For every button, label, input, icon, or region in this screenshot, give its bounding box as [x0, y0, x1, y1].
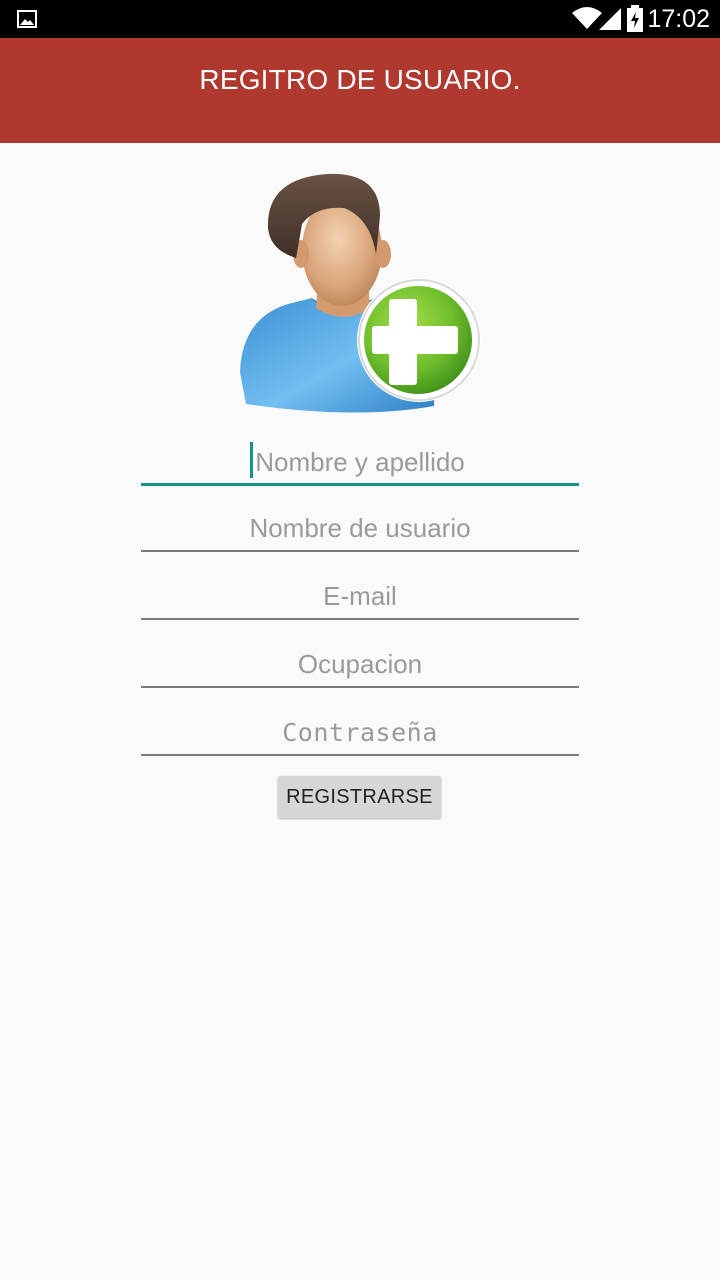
email-field[interactable]: [141, 574, 579, 620]
battery-charging-icon: [627, 5, 643, 32]
field-underline: [141, 550, 579, 552]
signal-icon: [599, 8, 621, 30]
field-underline: [141, 686, 579, 688]
status-time: 17:02: [647, 5, 710, 33]
add-user-avatar-icon[interactable]: [236, 168, 482, 416]
app-bar: REGITRO DE USUARIO.: [0, 38, 720, 143]
username-field[interactable]: [141, 506, 579, 552]
occupation-field[interactable]: [141, 642, 579, 688]
status-bar: 17:02: [0, 0, 720, 38]
text-cursor: [250, 442, 253, 478]
email-input[interactable]: [141, 574, 579, 618]
password-field[interactable]: [141, 710, 579, 756]
password-input[interactable]: [141, 710, 579, 754]
page-title: REGITRO DE USUARIO.: [199, 64, 521, 95]
field-underline: [141, 618, 579, 620]
register-button[interactable]: REGISTRARSE: [278, 776, 441, 818]
field-underline: [141, 754, 579, 756]
image-notification-icon: [17, 10, 37, 28]
username-input[interactable]: [141, 506, 579, 550]
field-underline: [141, 483, 579, 486]
full-name-field[interactable]: [141, 440, 579, 486]
occupation-input[interactable]: [141, 642, 579, 686]
full-name-input[interactable]: [141, 440, 579, 484]
